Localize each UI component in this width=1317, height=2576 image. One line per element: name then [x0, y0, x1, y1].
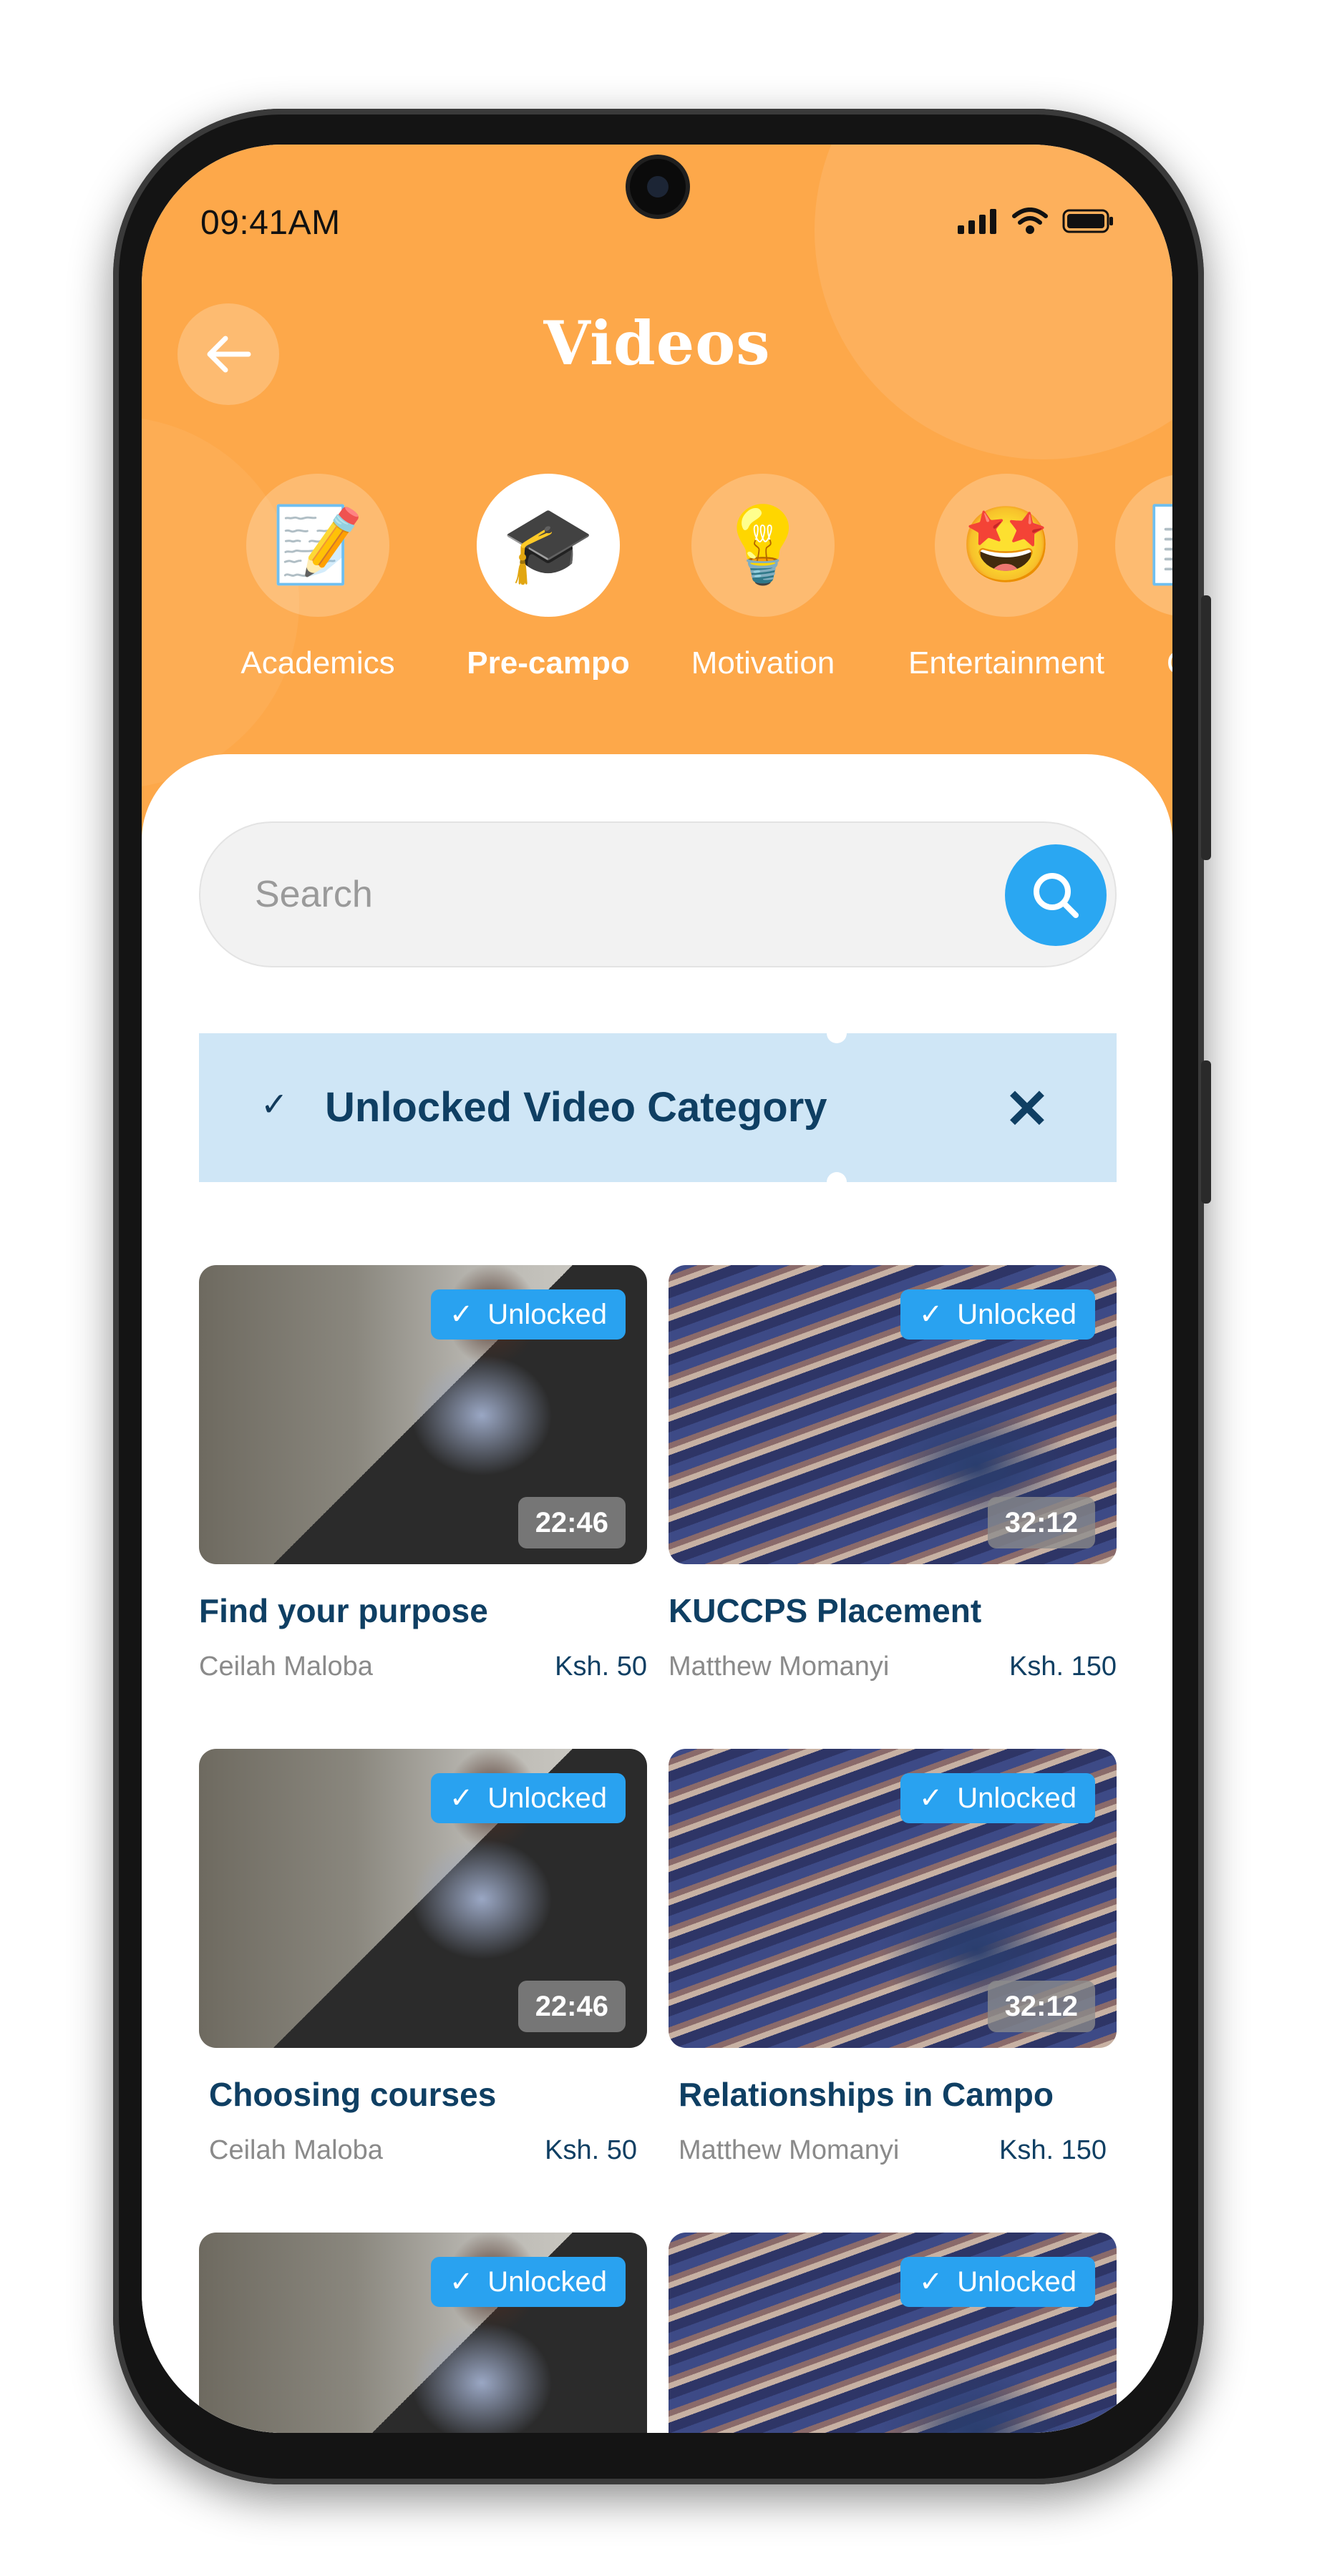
status-time: 09:41AM [200, 204, 341, 242]
signal-icon [958, 209, 996, 234]
video-thumbnail[interactable]: ✓ Unlocked 22:46 [199, 1265, 647, 1564]
video-meta: Matthew Momanyi Ksh. 150 [669, 1652, 1117, 1682]
check-icon: ✓ [449, 2266, 474, 2298]
document-icon: 📄 [1115, 474, 1172, 617]
video-title[interactable]: Relationships in Campo [679, 2075, 1107, 2114]
video-price: Ksh. 150 [1009, 1652, 1117, 1682]
battery-icon [1062, 209, 1113, 233]
badge-label: Unlocked [957, 1298, 1077, 1330]
content-sheet: Search ✓ Unlocked Video Category ✕ ✓ Unl… [142, 754, 1172, 2433]
unlocked-badge: ✓ Unlocked [430, 2257, 626, 2307]
duration-label: 32:12 [987, 1981, 1095, 2032]
video-meta: Ceilah Maloba Ksh. 50 [209, 2135, 637, 2166]
video-author: Ceilah Maloba [209, 2135, 383, 2165]
video-author: Ceilah Maloba [199, 1652, 373, 1682]
document-checklist-icon: 📝 [246, 474, 389, 617]
unlocked-badge: ✓ Unlocked [430, 1773, 626, 1823]
badge-label: Unlocked [487, 1298, 607, 1330]
ticket-notch [827, 1023, 847, 1043]
unlocked-badge: ✓ Unlocked [900, 2257, 1095, 2307]
video-title[interactable]: Choosing courses [209, 2075, 637, 2114]
video-thumbnail[interactable]: ✓ Unlocked 32:12 [669, 1749, 1117, 2048]
unlocked-category-banner: ✓ Unlocked Video Category ✕ [199, 1023, 1117, 1192]
video-card[interactable]: ✓ Unlocked 22:46 Find your purpose Ceilah… [199, 1265, 647, 1682]
video-price: Ksh. 50 [555, 1652, 647, 1682]
video-card[interactable]: ✓ Unlocked 32:12 Relationships in Campo M… [669, 1749, 1117, 2166]
video-thumbnail[interactable]: ✓ Unlocked [199, 2233, 647, 2433]
unlocked-badge: ✓ Unlocked [900, 1773, 1095, 1823]
category-label: Co [1079, 645, 1172, 681]
app-screen: 09:41AM Videos 📝 Academics 🎓 Pre-campo 💡… [142, 145, 1172, 2433]
volume-button [1201, 595, 1211, 860]
category-partial[interactable]: 📄 Co [1079, 474, 1172, 681]
search-bar[interactable]: Search [199, 821, 1117, 967]
lightbulb-icon: 💡 [691, 474, 835, 617]
wifi-icon [1012, 208, 1048, 234]
duration-label: 22:46 [517, 1497, 626, 1548]
graduation-cap-icon: 🎓 [477, 474, 620, 617]
video-author: Matthew Momanyi [669, 1652, 890, 1682]
search-button[interactable] [1005, 844, 1107, 946]
power-button [1201, 1060, 1211, 1204]
check-icon: ✓ [449, 1299, 474, 1330]
check-icon: ✓ [918, 2266, 943, 2298]
badge-label: Unlocked [957, 2265, 1077, 2298]
video-card[interactable]: ✓ Unlocked [669, 2233, 1117, 2433]
category-pre-campo[interactable]: 🎓 Pre-campo [441, 474, 656, 681]
phone-frame: 09:41AM Videos 📝 Academics 🎓 Pre-campo 💡… [113, 109, 1211, 2484]
search-icon [1034, 873, 1079, 918]
check-icon: ✓ [261, 1085, 288, 1123]
video-thumbnail[interactable]: ✓ Unlocked [669, 2233, 1117, 2433]
video-thumbnail[interactable]: ✓ Unlocked 22:46 [199, 1749, 647, 2048]
front-camera [630, 159, 686, 215]
check-icon: ✓ [449, 1782, 474, 1814]
ticket-notch [827, 1172, 847, 1192]
video-title[interactable]: KUCCPS Placement [669, 1591, 1117, 1630]
category-motivation[interactable]: 💡 Motivation [656, 474, 870, 681]
video-price: Ksh. 50 [545, 2135, 637, 2165]
video-price: Ksh. 150 [999, 2135, 1107, 2165]
video-meta: Matthew Momanyi Ksh. 150 [679, 2135, 1107, 2166]
category-label: Academics [240, 645, 395, 680]
badge-label: Unlocked [487, 2265, 607, 2298]
category-carousel[interactable]: 📝 Academics 🎓 Pre-campo 💡 Motivation 🤩 E… [142, 474, 1172, 703]
video-card[interactable]: ✓ Unlocked 32:12 KUCCPS Placement Matthew… [669, 1265, 1117, 1682]
page-title: Videos [543, 308, 771, 379]
video-card[interactable]: ✓ Unlocked [199, 2233, 647, 2433]
category-label: Pre-campo [467, 645, 630, 680]
video-meta: Ceilah Maloba Ksh. 50 [199, 1652, 647, 1682]
video-card[interactable]: ✓ Unlocked 22:46 Choosing courses Ceilah … [199, 1749, 647, 2166]
star-struck-icon: 🤩 [935, 474, 1078, 617]
category-label: Motivation [691, 645, 835, 680]
search-input[interactable]: Search [255, 823, 373, 966]
category-academics[interactable]: 📝 Academics [210, 474, 425, 681]
video-thumbnail[interactable]: ✓ Unlocked 32:12 [669, 1265, 1117, 1564]
badge-label: Unlocked [487, 1782, 607, 1814]
decorative-circle [815, 145, 1172, 459]
check-icon: ✓ [918, 1782, 943, 1814]
video-title[interactable]: Find your purpose [199, 1591, 647, 1630]
status-icons [958, 208, 1114, 235]
duration-label: 32:12 [987, 1497, 1095, 1548]
duration-label: 22:46 [517, 1981, 626, 2032]
video-author: Matthew Momanyi [679, 2135, 900, 2165]
unlocked-badge: ✓ Unlocked [430, 1289, 626, 1340]
close-icon[interactable]: ✕ [988, 1062, 1066, 1155]
unlocked-badge: ✓ Unlocked [900, 1289, 1095, 1340]
badge-label: Unlocked [957, 1782, 1077, 1814]
banner-text: Unlocked Video Category [325, 1084, 827, 1131]
check-icon: ✓ [918, 1299, 943, 1330]
